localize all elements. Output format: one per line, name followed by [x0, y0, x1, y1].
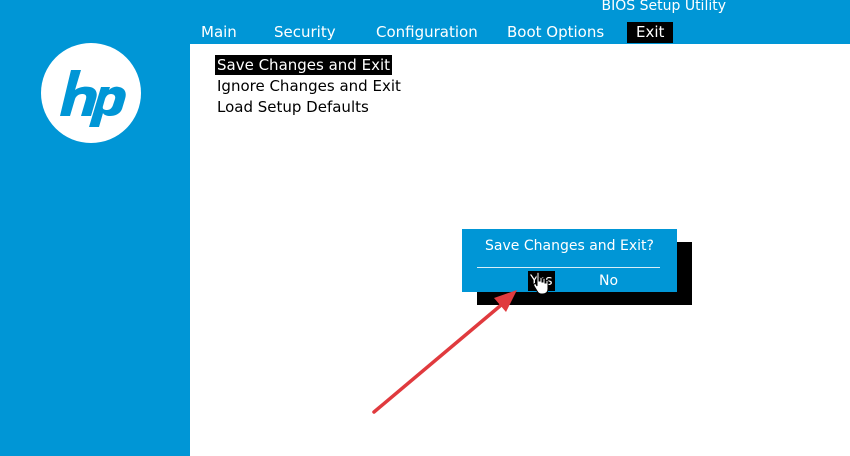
tab-boot-options[interactable]: Boot Options: [501, 22, 610, 43]
tab-main[interactable]: Main: [195, 22, 243, 43]
no-button[interactable]: No: [597, 271, 620, 291]
yes-button[interactable]: Yes: [528, 271, 555, 291]
tab-bar: Main Security Configuration Boot Options…: [190, 20, 850, 44]
tab-exit[interactable]: Exit: [627, 22, 674, 43]
menu-item-load-setup-defaults[interactable]: Load Setup Defaults: [215, 97, 371, 117]
sidebar: [0, 0, 190, 456]
tab-configuration[interactable]: Configuration: [370, 22, 484, 43]
dialog-divider: [477, 267, 660, 268]
confirm-dialog: Save Changes and Exit? Yes No: [462, 229, 677, 292]
dialog-title: Save Changes and Exit?: [485, 238, 654, 254]
hp-logo: [41, 43, 141, 143]
bios-utility-title: BIOS Setup Utility: [601, 0, 726, 14]
hp-logo-icon: [60, 70, 126, 127]
menu-item-save-changes-and-exit[interactable]: Save Changes and Exit: [215, 55, 392, 75]
menu-item-ignore-changes-and-exit[interactable]: Ignore Changes and Exit: [215, 76, 403, 96]
tab-security[interactable]: Security: [268, 22, 342, 43]
